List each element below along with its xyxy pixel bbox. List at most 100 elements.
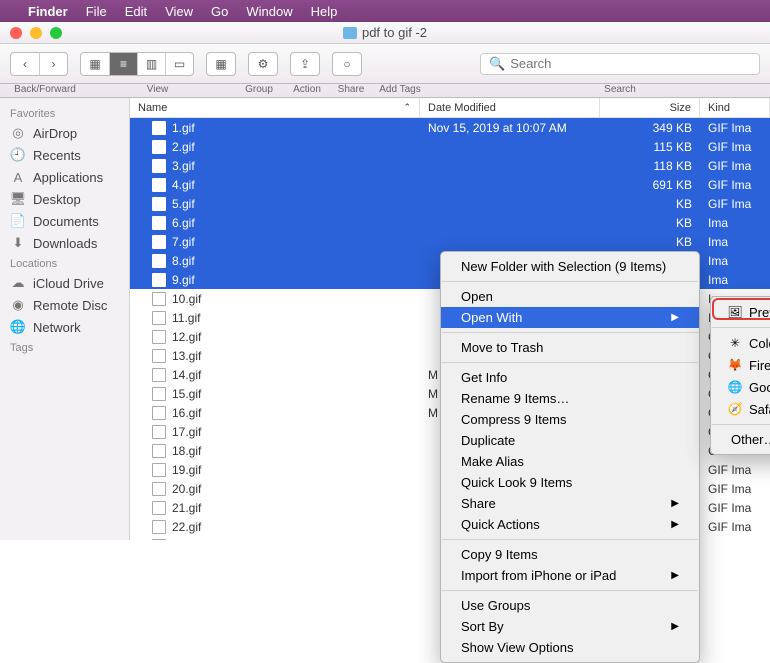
col-date[interactable]: Date Modified	[420, 98, 600, 117]
menu-help[interactable]: Help	[311, 4, 338, 19]
table-row[interactable]: 7.gifKBIma	[130, 232, 770, 251]
sidebar-item[interactable]: AApplications	[0, 166, 129, 188]
menu-finder[interactable]: Finder	[28, 4, 68, 19]
table-row[interactable]: 4.gif691 KBGIF Ima	[130, 175, 770, 194]
context-menu-item[interactable]: Copy 9 Items	[441, 544, 699, 565]
sidebar-item[interactable]: 🌐 Network	[0, 316, 129, 338]
column-headers: Name⌃ Date Modified Size Kind	[130, 98, 770, 118]
file-list-area: Name⌃ Date Modified Size Kind 1.gifNov 1…	[130, 98, 770, 540]
share-button[interactable]: ⇪	[290, 52, 320, 76]
context-menu-item[interactable]: Show View Options	[441, 637, 699, 658]
col-size[interactable]: Size	[600, 98, 700, 117]
menu-file[interactable]: File	[86, 4, 107, 19]
context-menu-item[interactable]: Open	[441, 286, 699, 307]
open-with-item[interactable]: 🌐Google Chrome	[711, 376, 770, 398]
menu-go[interactable]: Go	[211, 4, 228, 19]
context-menu-item[interactable]: Quick Look 9 Items	[441, 472, 699, 493]
sidebar-item[interactable]: 📄Documents	[0, 210, 129, 232]
context-menu-label: Sort By	[461, 619, 504, 634]
action-button[interactable]: ⚙	[248, 52, 278, 76]
context-menu-item[interactable]: Use Groups	[441, 595, 699, 616]
open-with-item[interactable]: 🖼Preview (default)	[711, 301, 770, 323]
sidebar-item-label: Documents	[33, 214, 99, 229]
file-size: KB	[600, 235, 700, 249]
label-view: View	[80, 84, 235, 97]
gallery-view-button[interactable]: ▭	[165, 53, 193, 75]
context-menu-item[interactable]: Open With▶	[441, 307, 699, 328]
file-name: 6.gif	[172, 216, 195, 230]
sidebar-item[interactable]: ◎AirDrop	[0, 122, 129, 144]
context-menu-item[interactable]: Make Alias	[441, 451, 699, 472]
col-name[interactable]: Name⌃	[130, 98, 420, 117]
context-menu-item[interactable]: Rename 9 Items…	[441, 388, 699, 409]
sidebar-item[interactable]: ◉ Remote Disc	[0, 294, 129, 316]
table-row[interactable]: 2.gif115 KBGIF Ima	[130, 137, 770, 156]
file-icon	[152, 520, 166, 534]
label-share: Share	[331, 84, 371, 97]
file-kind: GIF Ima	[700, 178, 770, 192]
open-with-item[interactable]: ✳ColorSync Utility	[711, 332, 770, 354]
sidebar-item[interactable]: ☁iCloud Drive	[0, 272, 129, 294]
group-button[interactable]: ▦	[206, 52, 236, 76]
search-box[interactable]: 🔍	[480, 53, 760, 75]
forward-button[interactable]: ›	[39, 53, 67, 75]
file-size: 118 KB	[600, 159, 700, 173]
submenu-arrow-icon: ▶	[671, 570, 679, 581]
context-menu-item[interactable]: Duplicate	[441, 430, 699, 451]
sidebar-item[interactable]: 🕘Recents	[0, 144, 129, 166]
file-kind: GIF Ima	[700, 121, 770, 135]
context-menu-item[interactable]: Quick Actions▶	[441, 514, 699, 535]
open-with-item[interactable]: 🧭Safari	[711, 398, 770, 420]
menu-view[interactable]: View	[165, 4, 193, 19]
sidebar-item[interactable]: ⬇Downloads	[0, 232, 129, 254]
sidebar-item-icon: 🌐	[10, 319, 26, 335]
sidebar-item[interactable]: 🖥Desktop	[0, 188, 129, 210]
file-icon	[152, 197, 166, 211]
table-row[interactable]: 3.gif118 KBGIF Ima	[130, 156, 770, 175]
folder-icon	[343, 27, 357, 39]
maximize-icon[interactable]	[50, 27, 62, 39]
table-row[interactable]: 5.gifKBGIF Ima	[130, 194, 770, 213]
file-icon	[152, 159, 166, 173]
sidebar-item-icon: ◎	[10, 125, 26, 141]
sidebar-item-label: Network	[33, 320, 81, 335]
context-menu-item[interactable]: Share▶	[441, 493, 699, 514]
context-menu-item[interactable]: Compress 9 Items	[441, 409, 699, 430]
menu-edit[interactable]: Edit	[125, 4, 147, 19]
close-icon[interactable]	[10, 27, 22, 39]
sort-indicator-icon: ⌃	[403, 102, 411, 113]
file-icon	[152, 311, 166, 325]
context-menu-item[interactable]: Get Info	[441, 367, 699, 388]
context-menu-item[interactable]: Sort By▶	[441, 616, 699, 637]
context-menu-item[interactable]: Move to Trash	[441, 337, 699, 358]
open-with-item[interactable]: Other…	[711, 429, 770, 450]
table-row[interactable]: 1.gifNov 15, 2019 at 10:07 AM349 KBGIF I…	[130, 118, 770, 137]
file-icon	[152, 292, 166, 306]
file-size: 349 KB	[600, 121, 700, 135]
context-menu-item[interactable]: Import from iPhone or iPad▶	[441, 565, 699, 586]
file-kind: GIF Ima	[700, 520, 770, 534]
back-button[interactable]: ‹	[11, 53, 39, 75]
app-icon: 🖼	[727, 304, 743, 320]
col-kind[interactable]: Kind	[700, 98, 770, 117]
add-tags-button[interactable]: ○	[332, 52, 362, 76]
column-view-button[interactable]: ▥	[137, 53, 165, 75]
table-row[interactable]: 6.gifKBIma	[130, 213, 770, 232]
menu-window[interactable]: Window	[246, 4, 292, 19]
sidebar-item-icon: ◉	[10, 297, 26, 313]
context-menu-label: Copy 9 Items	[461, 547, 538, 562]
search-input[interactable]	[505, 56, 751, 71]
view-switcher: ▦ ≡ ▥ ▭	[80, 52, 194, 76]
open-with-item[interactable]: 🦊Firefox	[711, 354, 770, 376]
window-title: pdf to gif -2	[343, 25, 427, 40]
minimize-icon[interactable]	[30, 27, 42, 39]
file-name: 13.gif	[172, 349, 201, 363]
context-menu: New Folder with Selection (9 Items) OpenO…	[440, 251, 700, 663]
list-view-button[interactable]: ≡	[109, 53, 137, 75]
sidebar-item-label: Remote Disc	[33, 298, 107, 313]
back-forward-group: ‹ ›	[10, 52, 68, 76]
file-name: 15.gif	[172, 387, 201, 401]
context-menu-item[interactable]: New Folder with Selection (9 Items)	[441, 256, 699, 277]
sidebar-item-label: iCloud Drive	[33, 276, 104, 291]
icon-view-button[interactable]: ▦	[81, 53, 109, 75]
